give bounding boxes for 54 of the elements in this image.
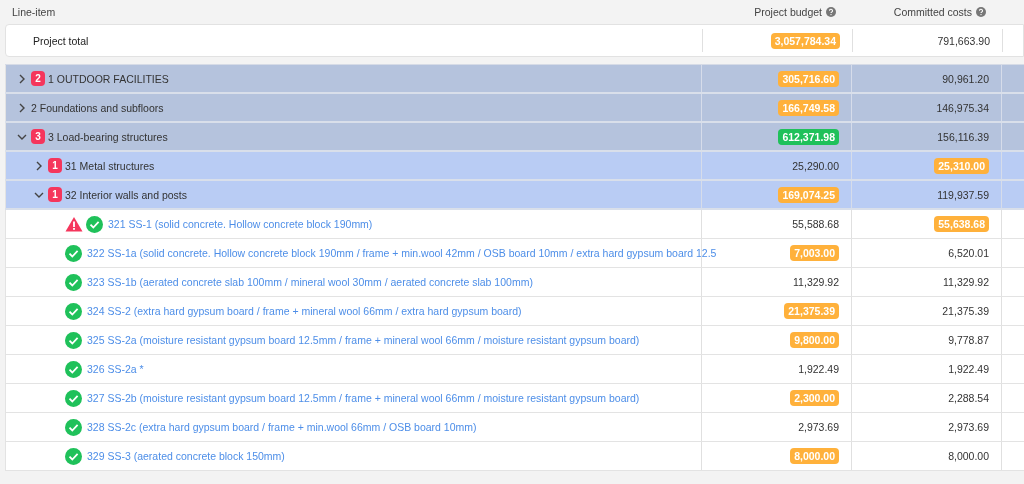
amount-value: 2,973.69 [798,421,839,433]
count-badge: 3 [31,129,45,144]
amount-badge: 21,375.39 [784,303,839,319]
amount-value: 791,663.90 [937,34,990,47]
group-label: 31 Metal structures [65,159,155,172]
line-item-link[interactable]: 326 SS-2a * [87,363,144,375]
amount-value: 6,520.01 [948,247,989,259]
amount-value: 21,375.39 [942,305,989,317]
help-icon[interactable] [826,7,836,17]
amount-value: 9,778.87 [948,334,989,346]
line-item-link[interactable]: 321 SS-1 (solid concrete. Hollow concrete block 190mm) [108,218,373,230]
line-item-link[interactable]: 329 SS-3 (aerated concrete block 150mm) [87,450,285,462]
amount-badge: 305,716.60 [778,70,839,87]
amount-value: 2,288.54 [948,392,989,404]
group-label: 2 Foundations and subfloors [31,101,164,114]
amount-badge: 612,371.98 [778,128,839,145]
amount-value: 1,922.49 [948,363,989,375]
group-label: 32 Interior walls and posts [65,188,187,201]
amount-badge: 8,000.00 [790,448,839,464]
amount-value: 90,961.20 [942,72,989,85]
count-badge: 1 [48,187,62,202]
amount-badge: 166,749.58 [778,99,839,116]
column-header: Project budget [754,6,822,18]
amount-badge: 9,800.00 [790,332,839,348]
amount-badge: 169,074.25 [778,186,839,203]
amount-value: 55,588.68 [792,218,839,230]
amount-value: 146,975.34 [936,101,989,114]
amount-value: 11,329.92 [793,276,839,288]
amount-value: 25,290.00 [792,159,839,172]
amount-badge: 7,003.00 [790,245,839,261]
amount-badge: 3,057,784.34 [770,32,840,49]
count-badge: 1 [48,158,62,173]
amount-value: 8,000.00 [948,450,989,462]
amount-badge: 2,300.00 [790,390,839,406]
count-badge: 2 [31,71,45,86]
line-item-link[interactable]: 325 SS-2a (moisture resistant gypsum board 12.5mm / frame + mineral wool 66mm / moisture resistant gypsum board) [87,334,640,346]
line-item-link[interactable]: 327 SS-2b (moisture resistant gypsum board 12.5mm / frame + mineral wool 66mm / moisture resistant gypsum board) [87,392,640,404]
help-icon[interactable] [976,7,986,17]
amount-badge: 55,638.68 [934,216,989,232]
amount-value: 2,973.69 [948,421,989,433]
total-label: Project total [33,34,89,47]
line-item-link[interactable]: 328 SS-2c (extra hard gypsum board / frame + min.wool 66mm / OSB board 10mm) [87,421,477,433]
column-header: Line-item [12,6,56,18]
line-item-link[interactable]: 324 SS-2 (extra hard gypsum board / frame + mineral wool 66mm / extra hard gypsum board) [87,305,522,317]
line-item-link[interactable]: 322 SS-1a (solid concrete. Hollow concrete block 190mm / frame + min.wool 42mm / OSB board 10mm / extra hard gypsum board 12.5 [87,247,717,259]
amount-value: 119,937.59 [937,188,989,201]
amount-value: 11,329.92 [943,276,989,288]
amount-badge: 25,310.00 [934,157,989,174]
column-header: Committed costs [893,6,972,18]
line-item-link[interactable]: 323 SS-1b (aerated concrete slab 100mm / mineral wool 30mm / aerated concrete slab 100mm) [87,276,533,288]
group-label: 3 Load-bearing structures [48,130,168,143]
group-label: 1 OUTDOOR FACILITIES [48,72,169,85]
amount-value: 1,922.49 [798,363,839,375]
amount-value: 156,116.39 [937,130,989,143]
